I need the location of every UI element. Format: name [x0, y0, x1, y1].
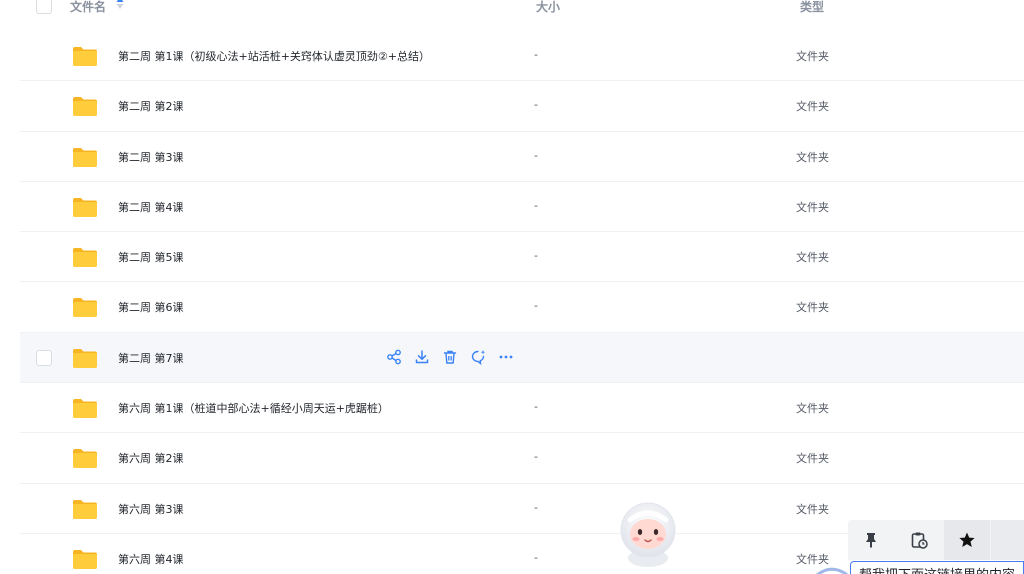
table-row[interactable]: 第二周 第3课 - 文件夹	[20, 132, 1024, 182]
table-row[interactable]: 第二周 第5课 - 文件夹	[20, 232, 1024, 283]
delete-icon[interactable]	[442, 349, 458, 365]
file-name[interactable]: 第二周 第3课	[118, 149, 184, 165]
loading-arc-icon	[816, 567, 848, 574]
floating-toolbar	[848, 520, 1024, 560]
file-type: 文件夹	[796, 150, 829, 164]
file-type: 文件夹	[796, 50, 829, 63]
folder-icon	[73, 97, 97, 117]
file-type: 文件夹	[796, 100, 829, 114]
folder-icon	[73, 449, 97, 469]
row-checkbox[interactable]	[36, 349, 52, 366]
file-list: 第二周 第1课（初级心法+站活桩+关窍体认虚灵顶劲②+总结） - 文件夹 第二周…	[20, 31, 1024, 574]
folder-icon	[73, 248, 97, 268]
share-icon[interactable]	[386, 349, 402, 365]
file-name[interactable]: 第二周 第5课	[118, 249, 184, 265]
file-name[interactable]: 第二周 第4课	[118, 199, 184, 215]
file-name[interactable]: 第六周 第1课（桩道中部心法+循经小周天运+虎踞桩）	[118, 400, 389, 416]
file-size: -	[534, 500, 538, 514]
file-name[interactable]: 第六周 第2课	[118, 450, 184, 466]
file-name[interactable]: 第二周 第6课	[118, 299, 184, 315]
file-size: -	[534, 550, 538, 564]
folder-icon	[73, 348, 97, 368]
file-name[interactable]: 第二周 第7课	[118, 350, 184, 366]
table-header: 文件名 大小 类型	[20, 0, 1024, 18]
file-type: 文件夹	[796, 301, 829, 315]
file-size: -	[534, 450, 538, 464]
favorite-button[interactable]	[944, 520, 990, 560]
sort-ascending-icon[interactable]	[116, 0, 124, 10]
file-type: 文件夹	[796, 452, 829, 466]
download-icon[interactable]	[414, 349, 430, 365]
file-name[interactable]: 第六周 第3课	[118, 501, 184, 517]
file-type: 文件夹	[796, 402, 829, 416]
file-size: -	[534, 98, 538, 112]
clipboard-history-button[interactable]	[896, 520, 942, 560]
toolbar-extra-area	[991, 520, 1024, 560]
file-size: -	[534, 249, 538, 263]
column-header-size[interactable]: 大小	[536, 0, 560, 15]
table-row[interactable]: 第二周 第7课	[20, 332, 1024, 384]
folder-icon	[73, 298, 97, 318]
file-size: -	[534, 299, 538, 313]
file-name[interactable]: 第二周 第2课	[118, 98, 184, 114]
star-icon	[959, 532, 975, 547]
file-type: 文件夹	[796, 200, 829, 214]
table-row[interactable]: 第六周 第1课（桩道中部心法+循经小周天运+虎踞桩） - 文件夹	[20, 383, 1024, 434]
table-row[interactable]: 第六周 第2课 - 文件夹	[20, 433, 1024, 484]
column-header-name[interactable]: 文件名	[70, 0, 106, 15]
file-type: 文件夹	[796, 502, 829, 516]
pin-icon	[866, 533, 876, 548]
file-size: -	[534, 48, 538, 61]
clipboard-clock-icon	[911, 532, 928, 549]
file-list-page: 文件名 大小 类型 第二周 第1课（初级心法+站活桩+关窍体认虚灵顶劲②+总结）…	[0, 0, 1024, 574]
select-all-checkbox[interactable]	[36, 0, 52, 14]
file-size: -	[534, 198, 538, 212]
row-actions	[386, 349, 514, 365]
folder-icon	[73, 549, 97, 569]
folder-icon	[73, 499, 97, 519]
mascot-assistant-icon[interactable]	[612, 498, 684, 570]
file-name[interactable]: 第六周 第4课	[118, 551, 184, 567]
chat-input[interactable]: 帮我把下面这链接里的内容	[850, 561, 1024, 574]
column-header-type[interactable]: 类型	[800, 0, 824, 15]
file-name[interactable]: 第二周 第1课（初级心法+站活桩+关窍体认虚灵顶劲②+总结）	[118, 48, 430, 64]
folder-icon	[73, 147, 97, 167]
table-row[interactable]: 第二周 第6课 - 文件夹	[20, 282, 1024, 333]
file-type: 文件夹	[796, 251, 829, 265]
file-size: -	[534, 148, 538, 162]
folder-icon	[73, 399, 97, 419]
file-size: -	[534, 400, 538, 414]
table-row[interactable]: 第二周 第2课 - 文件夹	[20, 81, 1024, 132]
more-icon[interactable]	[498, 349, 514, 365]
folder-icon	[73, 47, 97, 66]
folder-icon	[73, 197, 97, 217]
table-row[interactable]: 第二周 第4课 - 文件夹	[20, 182, 1024, 233]
table-row[interactable]: 第二周 第1课（初级心法+站活桩+关窍体认虚灵顶劲②+总结） - 文件夹	[20, 31, 1024, 82]
pin-button[interactable]	[848, 520, 894, 560]
ai-chat-icon[interactable]	[470, 349, 486, 365]
